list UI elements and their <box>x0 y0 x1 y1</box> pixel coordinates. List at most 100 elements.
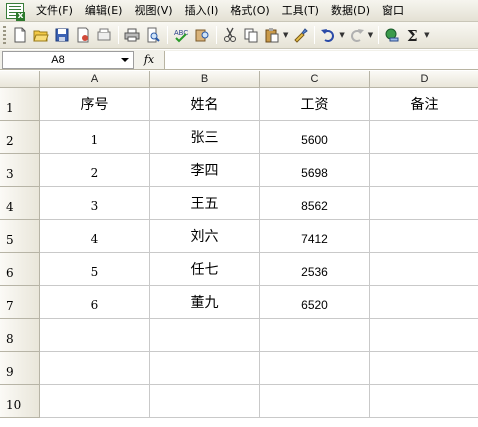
cell-a10[interactable] <box>40 385 150 418</box>
save-icon[interactable] <box>52 25 72 45</box>
cell-b9[interactable] <box>150 352 260 385</box>
new-icon[interactable] <box>10 25 30 45</box>
undo-dropdown-icon[interactable]: ▼ <box>339 31 344 39</box>
menu-edit[interactable]: 编辑(E) <box>79 0 129 22</box>
formula-input[interactable] <box>164 50 478 69</box>
cell-d6[interactable] <box>370 253 478 286</box>
column-header-c[interactable]: C <box>260 71 370 88</box>
cell-b8[interactable] <box>150 319 260 352</box>
cell-d5[interactable] <box>370 220 478 253</box>
undo-icon[interactable] <box>318 25 338 45</box>
research-icon[interactable] <box>192 25 212 45</box>
cell-b4[interactable]: 王五 <box>150 187 260 220</box>
cell-a6[interactable]: 5 <box>40 253 150 286</box>
cell-a3[interactable]: 2 <box>40 154 150 187</box>
menu-window[interactable]: 窗口 <box>376 0 410 22</box>
toolbar-grip[interactable] <box>3 26 6 44</box>
toolbar-separator <box>314 26 316 44</box>
name-box-value: A8 <box>51 53 65 66</box>
cell-a8[interactable] <box>40 319 150 352</box>
cell-d1[interactable]: 备注 <box>370 88 478 121</box>
hyperlink-icon[interactable] <box>382 25 402 45</box>
column-header-b[interactable]: B <box>150 71 260 88</box>
formula-bar: A8 fx <box>0 50 478 70</box>
toolbar-separator <box>378 26 380 44</box>
cell-c2[interactable]: 5600 <box>260 121 370 154</box>
format-painter-icon[interactable] <box>290 25 310 45</box>
cell-c3[interactable]: 5698 <box>260 154 370 187</box>
row-header-5[interactable]: 5 <box>0 220 40 253</box>
cell-b10[interactable] <box>150 385 260 418</box>
cell-c8[interactable] <box>260 319 370 352</box>
open-icon[interactable] <box>31 25 51 45</box>
excel-app-icon[interactable] <box>6 2 25 21</box>
paste-icon[interactable] <box>262 25 282 45</box>
menu-data[interactable]: 数据(D) <box>325 0 376 22</box>
cell-d9[interactable] <box>370 352 478 385</box>
cell-c4[interactable]: 8562 <box>260 187 370 220</box>
redo-icon[interactable] <box>347 25 367 45</box>
cell-d7[interactable] <box>370 286 478 319</box>
row-header-2[interactable]: 2 <box>0 121 40 154</box>
name-box[interactable]: A8 <box>2 50 134 69</box>
cell-b2[interactable]: 张三 <box>150 121 260 154</box>
row-header-4[interactable]: 4 <box>0 187 40 220</box>
cell-c5[interactable]: 7412 <box>260 220 370 253</box>
paste-dropdown-icon[interactable]: ▼ <box>283 31 288 39</box>
cell-a9[interactable] <box>40 352 150 385</box>
column-header-d[interactable]: D <box>370 71 478 88</box>
spelling-icon[interactable]: ABC <box>171 25 191 45</box>
svg-text:Σ: Σ <box>407 27 418 43</box>
cell-a5[interactable]: 4 <box>40 220 150 253</box>
copy-icon[interactable] <box>241 25 261 45</box>
redo-dropdown-icon[interactable]: ▼ <box>368 31 373 39</box>
cell-d3[interactable] <box>370 154 478 187</box>
cell-c1[interactable]: 工资 <box>260 88 370 121</box>
toolbar-separator <box>167 26 168 44</box>
cell-d8[interactable] <box>370 319 478 352</box>
name-box-dropdown-icon[interactable] <box>121 57 129 62</box>
menu-insert[interactable]: 插入(I) <box>179 0 225 22</box>
cell-d4[interactable] <box>370 187 478 220</box>
cell-a4[interactable]: 3 <box>40 187 150 220</box>
svg-text:ABC: ABC <box>174 30 188 37</box>
cell-c9[interactable] <box>260 352 370 385</box>
menu-format[interactable]: 格式(O) <box>224 0 275 22</box>
select-all-corner[interactable] <box>0 71 40 88</box>
cell-c6[interactable]: 2536 <box>260 253 370 286</box>
autosum-icon[interactable]: Σ <box>403 25 423 45</box>
toolbar-separator <box>118 26 119 44</box>
cell-b5[interactable]: 刘六 <box>150 220 260 253</box>
autosum-dropdown-icon[interactable]: ▼ <box>424 31 429 39</box>
cell-d2[interactable] <box>370 121 478 154</box>
cell-b1[interactable]: 姓名 <box>150 88 260 121</box>
cell-a1[interactable]: 序号 <box>40 88 150 121</box>
menu-tools[interactable]: 工具(T) <box>276 0 325 22</box>
cell-a2[interactable]: 1 <box>40 121 150 154</box>
cut-icon[interactable] <box>220 25 240 45</box>
cell-b3[interactable]: 李四 <box>150 154 260 187</box>
permission-icon[interactable] <box>73 25 93 45</box>
cell-b6[interactable]: 任七 <box>150 253 260 286</box>
menu-bar: 文件(F) 编辑(E) 视图(V) 插入(I) 格式(O) 工具(T) 数据(D… <box>0 0 478 22</box>
cell-c10[interactable] <box>260 385 370 418</box>
email-icon[interactable] <box>94 25 114 45</box>
column-header-a[interactable]: A <box>40 71 150 88</box>
row-header-10[interactable]: 10 <box>0 385 40 418</box>
cell-c7[interactable]: 6520 <box>260 286 370 319</box>
cell-b7[interactable]: 董九 <box>150 286 260 319</box>
row-header-9[interactable]: 9 <box>0 352 40 385</box>
toolbar-separator <box>216 26 217 44</box>
row-header-8[interactable]: 8 <box>0 319 40 352</box>
row-header-1[interactable]: 1 <box>0 88 40 121</box>
menu-view[interactable]: 视图(V) <box>128 0 178 22</box>
row-header-7[interactable]: 7 <box>0 286 40 319</box>
insert-function-icon[interactable]: fx <box>134 53 164 66</box>
row-header-6[interactable]: 6 <box>0 253 40 286</box>
cell-a7[interactable]: 6 <box>40 286 150 319</box>
row-header-3[interactable]: 3 <box>0 154 40 187</box>
cell-d10[interactable] <box>370 385 478 418</box>
menu-file[interactable]: 文件(F) <box>30 0 79 22</box>
print-icon[interactable] <box>122 25 142 45</box>
print-preview-icon[interactable] <box>143 25 163 45</box>
